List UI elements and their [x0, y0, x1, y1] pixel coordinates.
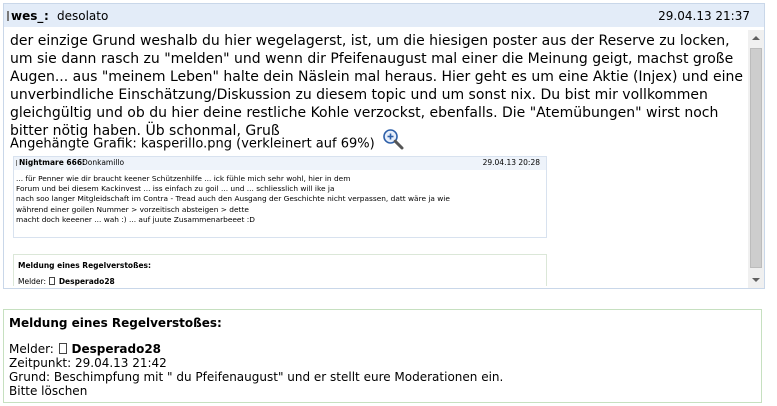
- embedded-reporter-name: Desperado28: [58, 277, 115, 286]
- post-content[interactable]: der einzige Grund weshalb du hier wegela…: [7, 28, 744, 286]
- report-reason: Grund: Beschimpfung mit " du Pfeifenaugu…: [9, 370, 504, 384]
- author-separator: :: [44, 9, 49, 23]
- user-icon: [58, 343, 67, 354]
- magnifier-plus-icon[interactable]: [382, 128, 404, 156]
- scrollbar-thumb[interactable]: [750, 48, 762, 268]
- attached-image-report: Meldung eines Regelverstoßes: Melder: De…: [13, 254, 547, 286]
- embedded-timestamp: 29.04.13 20:28: [482, 158, 540, 167]
- forum-post: wes_ : desolato 29.04.13 21:37 der einzi…: [3, 3, 765, 289]
- embedded-report-title: Meldung eines Regelverstoßes:: [18, 261, 152, 270]
- reporter-label: Melder:: [9, 342, 54, 356]
- embedded-line: ... für Penner wie dir braucht keener Sc…: [16, 174, 351, 183]
- embedded-author: Nightmare 666:: [19, 158, 86, 167]
- attachment-line: Angehängte Grafik: kasperillo.png (verkl…: [10, 128, 404, 158]
- reporter-name[interactable]: Desperado28: [72, 342, 162, 356]
- attachment-label: Angehängte Grafik: kasperillo.png (verkl…: [10, 136, 375, 152]
- post-subject: desolato: [57, 9, 109, 23]
- embedded-line: nach soo langer Mitgleidschaft im Contra…: [16, 194, 450, 204]
- user-icon: [49, 277, 56, 285]
- embedded-subject: Donkamillo: [82, 158, 125, 167]
- user-status-icon: [7, 11, 9, 21]
- report-action: Bitte löschen: [9, 384, 88, 398]
- embedded-line: während einer goilen Nummer > vorzeitisc…: [16, 204, 249, 214]
- embedded-body: ... für Penner wie dir braucht keener Sc…: [14, 170, 546, 225]
- embedded-user-status-icon: [16, 160, 17, 166]
- embedded-line: macht doch keeener ... wah :) ... auf ju…: [16, 214, 255, 224]
- post-author[interactable]: wes_: [11, 9, 43, 23]
- embedded-post-header: Nightmare 666: Donkamillo 29.04.13 20:28: [14, 157, 546, 170]
- scroll-up-arrow-icon[interactable]: [748, 30, 764, 46]
- embedded-reporter-label: Melder:: [18, 277, 47, 286]
- report-time: Zeitpunkt: 29.04.13 21:42: [9, 356, 167, 370]
- report-details: Melder: Desperado28 Zeitpunkt: 29.04.13 …: [9, 342, 503, 398]
- embedded-report-reporter: Melder: Desperado28: [18, 277, 115, 286]
- vertical-scrollbar[interactable]: [748, 30, 764, 288]
- attached-image[interactable]: Nightmare 666: Donkamillo 29.04.13 20:28…: [13, 156, 547, 238]
- post-timestamp: 29.04.13 21:37: [658, 9, 750, 23]
- scroll-down-arrow-icon[interactable]: [748, 272, 764, 288]
- post-header: wes_ : desolato 29.04.13 21:37: [4, 4, 764, 27]
- embedded-line: Forum und bei diesem Kackinvest ... iss …: [16, 184, 335, 194]
- report-panel: Meldung eines Regelverstoßes: Melder: De…: [3, 309, 762, 403]
- report-title: Meldung eines Regelverstoßes:: [9, 316, 222, 330]
- report-reporter-line: Melder: Desperado28: [9, 342, 503, 356]
- post-body: der einzige Grund weshalb du hier wegela…: [10, 33, 743, 139]
